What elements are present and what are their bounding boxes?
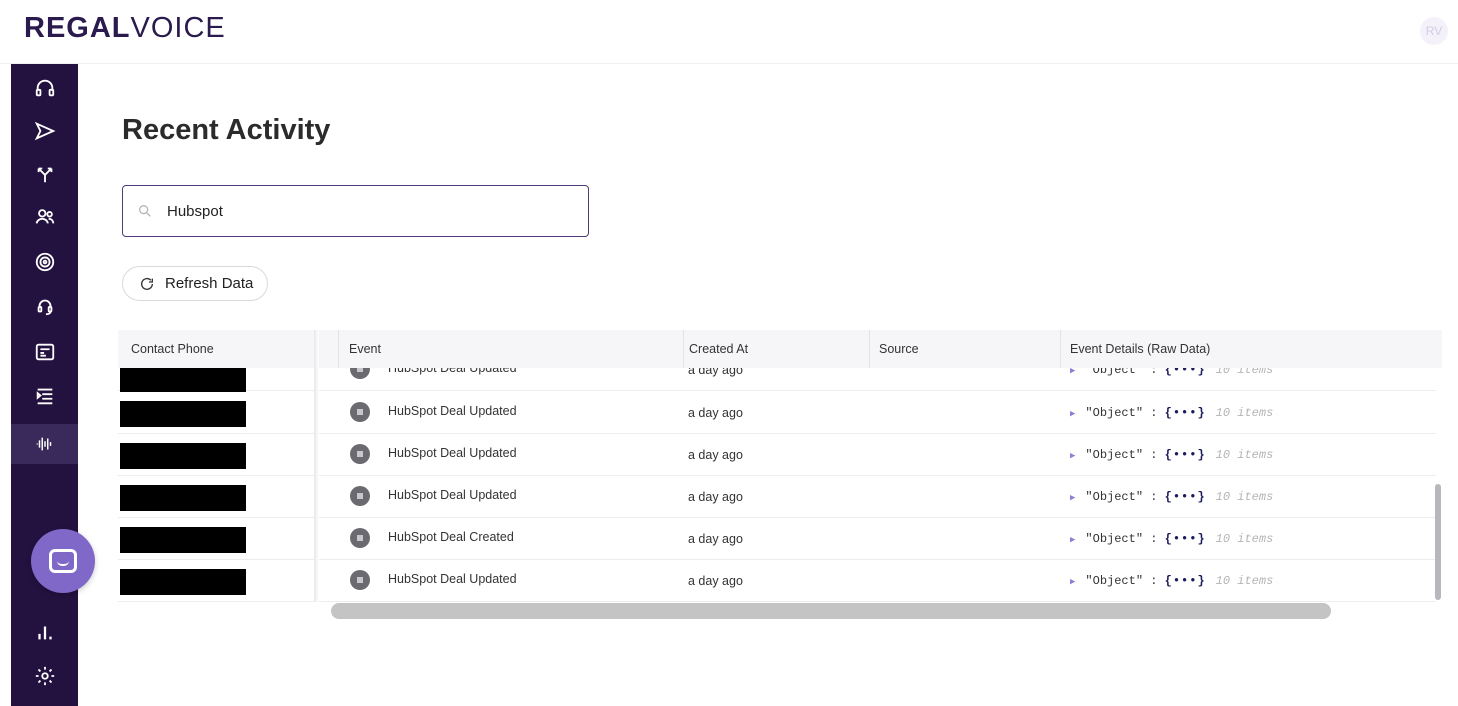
raw-key: "Object" : (1085, 448, 1158, 462)
expand-triangle-icon: ▶ (1070, 451, 1076, 461)
sidebar-item-agents[interactable] (11, 286, 78, 326)
created-at: a day ago (688, 574, 743, 588)
raw-count: 10 items (1215, 532, 1274, 546)
sidebar-item-queues[interactable] (11, 376, 78, 416)
sidebar-item-reports[interactable] (11, 612, 78, 652)
sidebar-item-recent-activity[interactable] (11, 424, 78, 464)
sidebar-item-agent-desktop[interactable] (11, 68, 78, 108)
gear-icon (35, 666, 54, 686)
redacted-phone (120, 368, 246, 392)
event-name: HubSpot Deal Updated (388, 488, 517, 502)
sidebar-item-campaigns[interactable] (11, 111, 78, 151)
raw-count: 10 items (1215, 574, 1274, 588)
column-header-event[interactable]: Event (349, 330, 381, 368)
column-divider (869, 330, 870, 368)
raw-data-toggle[interactable]: ▶ "Object" : {•••} 10 items (1070, 406, 1273, 420)
redacted-phone (120, 485, 246, 511)
avatar[interactable]: RV (1420, 17, 1448, 45)
raw-data-toggle[interactable]: ▶ "Object" : {•••} 10 items (1070, 490, 1273, 504)
column-divider (683, 330, 684, 368)
raw-key: "Object" : (1085, 532, 1158, 546)
search-input[interactable] (167, 202, 567, 220)
logo-light-text: VOICE (130, 12, 226, 44)
sidebar-item-targeting[interactable] (11, 242, 78, 282)
redacted-phone (120, 569, 246, 595)
created-at: a day ago (688, 406, 743, 420)
created-at: a day ago (688, 490, 743, 504)
top-bar: REGALVOICE RV (0, 0, 1458, 64)
raw-value: {•••} (1164, 532, 1206, 546)
raw-key: "Object" : (1085, 406, 1158, 420)
raw-value: {•••} (1164, 574, 1206, 588)
event-list-icon (350, 486, 370, 506)
search-icon (139, 205, 151, 217)
sidebar-item-settings[interactable] (11, 656, 78, 696)
chat-icon (49, 549, 77, 573)
bar-chart-icon (37, 626, 52, 640)
raw-count: 10 items (1215, 406, 1274, 420)
raw-value: {•••} (1164, 490, 1206, 504)
event-name: HubSpot Deal Updated (388, 404, 517, 418)
id-card-icon (35, 343, 54, 361)
raw-count: 10 items (1215, 448, 1274, 462)
refresh-data-button[interactable]: Refresh Data (122, 266, 268, 301)
expand-triangle-icon: ▶ (1070, 577, 1076, 587)
event-list-icon (350, 528, 370, 548)
chat-launcher-button[interactable] (31, 529, 95, 593)
redacted-phone (120, 443, 246, 469)
created-at: a day ago (688, 532, 743, 546)
created-at: a day ago (688, 448, 743, 462)
redacted-phone (120, 527, 246, 553)
pinned-column-shadow (314, 330, 319, 602)
event-list-icon (350, 570, 370, 590)
sidebar (11, 64, 78, 706)
column-header-event-details[interactable]: Event Details (Raw Data) (1070, 330, 1210, 368)
list-icon (36, 388, 52, 405)
column-header-created-at[interactable]: Created At (689, 330, 748, 368)
event-name: HubSpot Deal Updated (388, 446, 517, 460)
vertical-scrollbar[interactable] (1435, 484, 1441, 600)
sidebar-item-profiles[interactable] (11, 332, 78, 372)
sidebar-item-journeys[interactable] (11, 154, 78, 194)
regalvoice-logo[interactable]: REGALVOICE (24, 12, 226, 45)
raw-data-toggle[interactable]: ▶ "Object" : {•••} 10 items (1070, 574, 1273, 588)
headset-icon (35, 79, 54, 97)
raw-key: "Object" : (1085, 574, 1158, 588)
send-icon (34, 121, 56, 141)
waveform-icon (36, 437, 51, 451)
target-icon (35, 252, 54, 272)
search-box[interactable] (122, 185, 589, 237)
event-list-icon (350, 402, 370, 422)
refresh-icon (141, 277, 153, 290)
logo-bold-text: REGAL (24, 12, 131, 44)
column-header-contact-phone[interactable]: Contact Phone (131, 330, 214, 368)
expand-triangle-icon: ▶ (1070, 409, 1076, 419)
refresh-data-label: Refresh Data (165, 275, 254, 292)
raw-value: {•••} (1164, 448, 1206, 462)
split-arrows-icon (37, 167, 52, 183)
redacted-phone (120, 401, 246, 427)
column-header-source[interactable]: Source (879, 330, 919, 368)
contacts-icon (35, 209, 54, 224)
column-divider (1060, 330, 1061, 368)
raw-data-toggle[interactable]: ▶ "Object" : {•••} 10 items (1070, 448, 1273, 462)
expand-triangle-icon: ▶ (1070, 493, 1076, 503)
column-divider (338, 330, 339, 368)
event-name: HubSpot Deal Updated (388, 572, 517, 586)
raw-key: "Object" : (1085, 490, 1158, 504)
event-name: HubSpot Deal Created (388, 530, 514, 544)
expand-triangle-icon: ▶ (1070, 535, 1076, 545)
raw-count: 10 items (1215, 490, 1274, 504)
raw-data-toggle[interactable]: ▶ "Object" : {•••} 10 items (1070, 532, 1273, 546)
horizontal-scrollbar[interactable] (331, 603, 1331, 619)
sidebar-item-contacts[interactable] (11, 197, 78, 237)
raw-value: {•••} (1164, 406, 1206, 420)
agent-headset-icon (37, 299, 52, 316)
event-list-icon (350, 444, 370, 464)
page-title: Recent Activity (122, 114, 331, 146)
